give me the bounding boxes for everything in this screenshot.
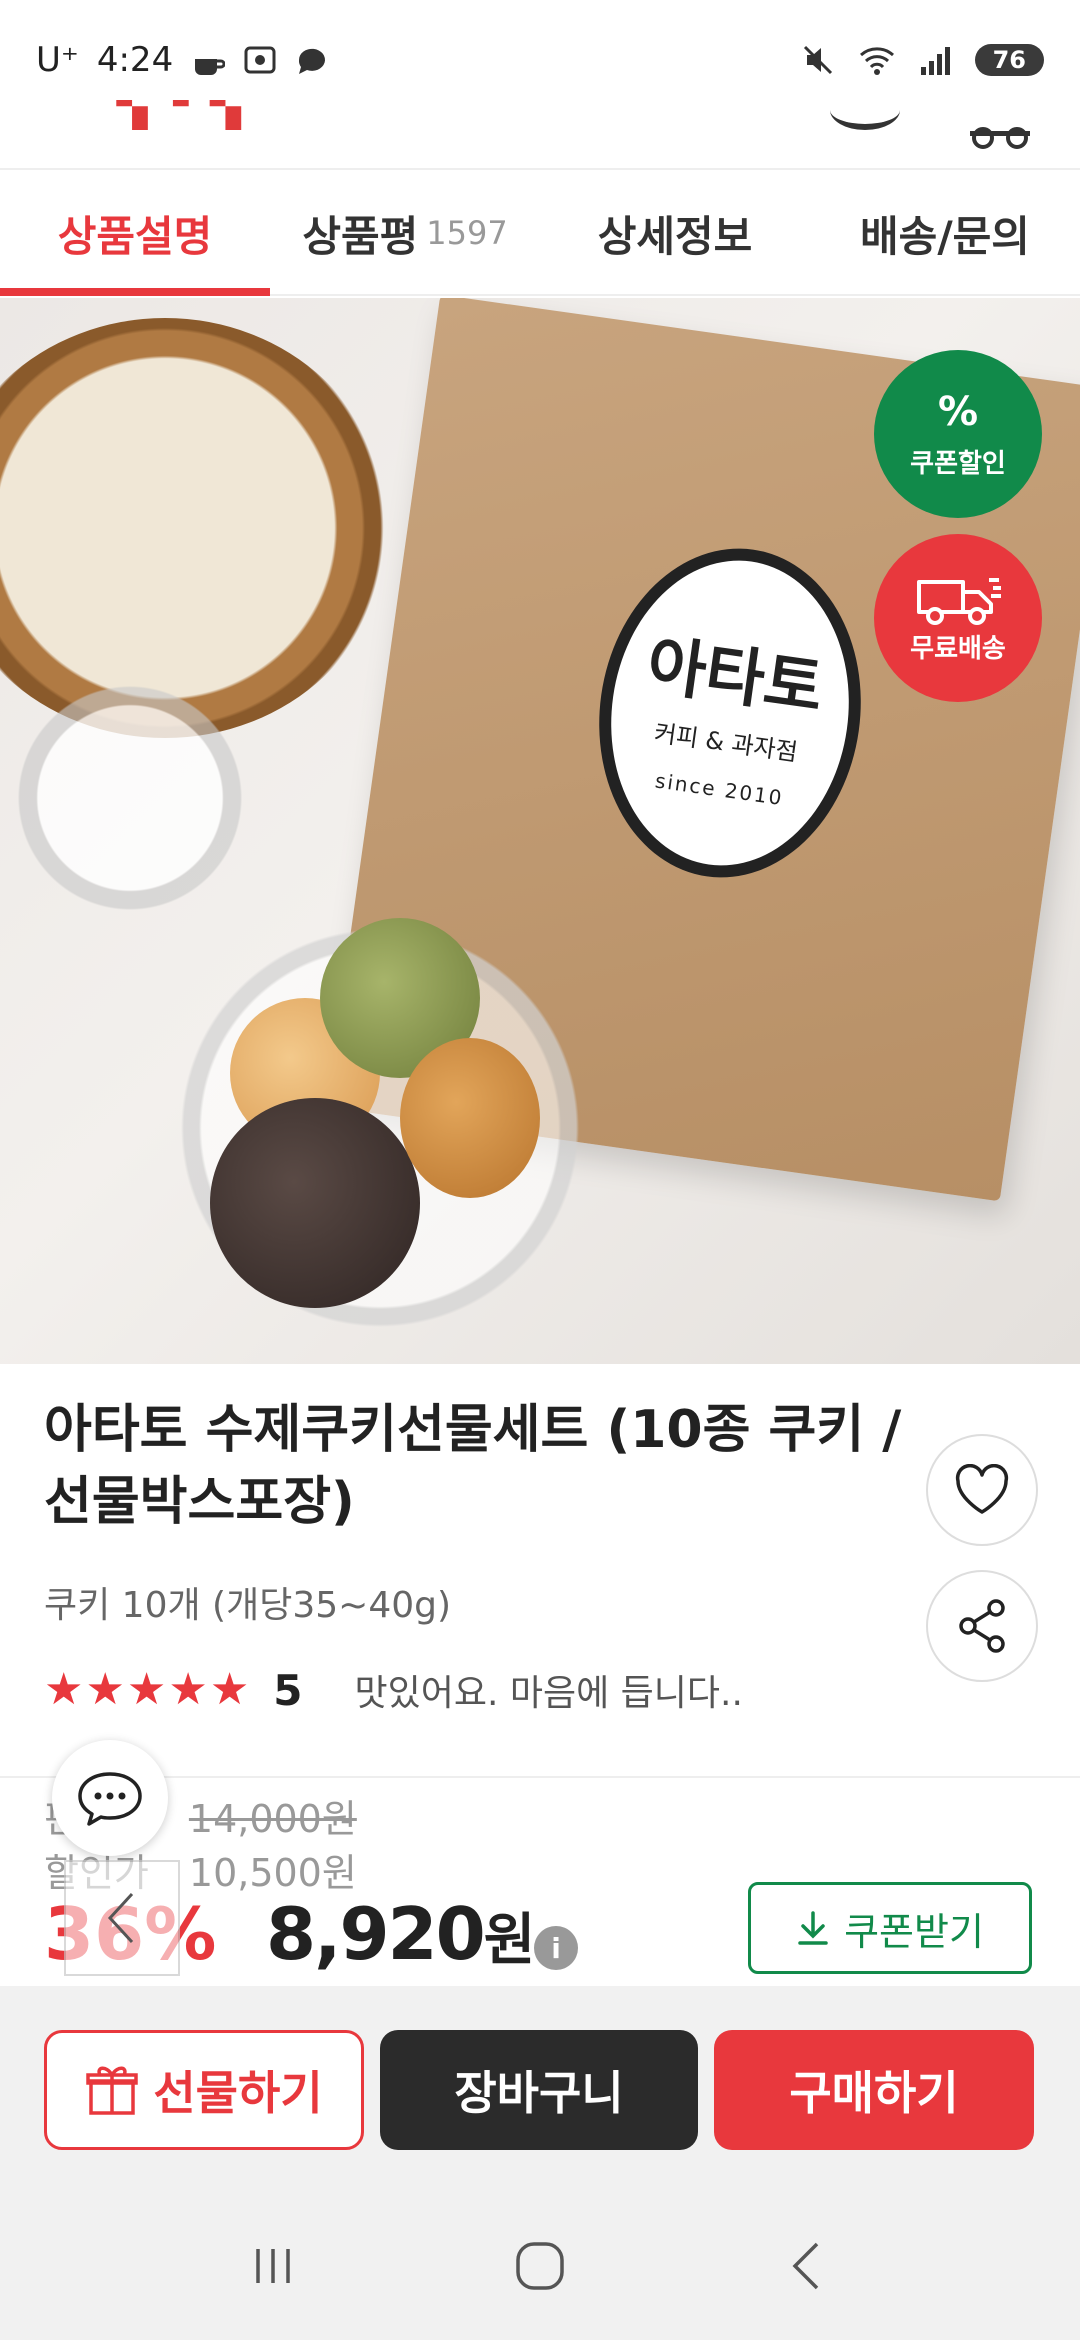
gift-button[interactable]: 선물하기 (44, 2030, 364, 2150)
logo-fragment: ▔ ▚ ▘▚ (60, 100, 247, 130)
status-right: 76 (801, 43, 1044, 77)
tab-label: 상품설명 (57, 211, 213, 261)
heart-icon (955, 1464, 1009, 1514)
chat-icon (78, 1772, 142, 1826)
discount-price: 10,500원 (188, 1851, 357, 1895)
signal-icon (920, 47, 950, 75)
truck-icon (917, 577, 1001, 625)
mute-icon (803, 45, 832, 75)
badge-label: 쿠폰할인 (910, 448, 1006, 479)
battery-indicator: 76 (974, 44, 1044, 76)
tab-details[interactable]: 상세정보 (540, 172, 810, 294)
back-arrow-icon (107, 1892, 134, 1944)
product-tabs: 상품설명 상품평 1597 상세정보 배송/문의 (0, 172, 1080, 296)
coupon-download-button[interactable]: 쿠폰받기 (748, 1882, 1032, 1974)
tab-label: 배송/문의 (860, 211, 1030, 261)
final-price-unit: 원 (483, 1908, 536, 1973)
final-price: 8,920원 (266, 1892, 536, 1976)
recent-apps-icon[interactable] (233, 2226, 313, 2306)
tab-shipping-inquiry[interactable]: 배송/문의 (810, 172, 1080, 294)
sticker-since: since 2010 (653, 767, 786, 810)
gift-icon (86, 2066, 139, 2115)
chat-button[interactable] (52, 1740, 168, 1856)
search-icon[interactable] (830, 100, 900, 130)
coupon-percent-icon: % (937, 388, 979, 435)
status-left: U⁺ 4:24 (36, 40, 329, 80)
final-price-value: 8,920 (266, 1892, 486, 1976)
badge-label: 무료배송 (910, 633, 1006, 664)
coupon-discount-badge[interactable]: % 쿠폰할인 (874, 350, 1042, 518)
system-nav-bar (0, 2192, 1080, 2340)
gift-button-label: 선물하기 (153, 2066, 323, 2120)
notification-icon (195, 59, 226, 75)
app-header: ▔ ▚ ▘▚ (0, 100, 1080, 170)
wifi-icon (859, 47, 894, 75)
sticker-brand: 아타토 (642, 627, 828, 726)
product-option: 쿠키 10개 (개당35~40g) (44, 1585, 452, 1626)
star-icon: ★ (126, 1664, 167, 1715)
basket-illustration (0, 318, 390, 738)
purchase-action-bar: 선물하기 장바구니 구매하기 (0, 1986, 1080, 2192)
tab-reviews[interactable]: 상품평 1597 (270, 172, 540, 294)
back-icon[interactable] (767, 2226, 847, 2306)
rating-row[interactable]: ★ ★ ★ ★ ★ 5 맛있어요. 마음에 듭니다.. (44, 1664, 743, 1716)
star-icon: ★ (44, 1664, 84, 1715)
buy-now-button[interactable]: 구매하기 (714, 2030, 1034, 2150)
glass-illustration (0, 668, 260, 928)
product-info: 아타토 수제쿠키선물세트 (10종 쿠키 / 선물박스포장) 쿠키 10개 (개… (0, 1364, 1080, 1780)
tab-description[interactable]: 상품설명 (0, 172, 270, 296)
free-shipping-badge[interactable]: 무료배송 (874, 534, 1042, 702)
rating-value: 5 (273, 1665, 303, 1715)
tab-label: 상품평 (302, 211, 419, 261)
star-icon: ★ (168, 1664, 208, 1715)
product-image: 아타토 커피 & 과자점 since 2010 % 쿠폰할인 무료배송 (0, 298, 1080, 1364)
review-snippet: 맛있어요. 마음에 듭니다.. (354, 1673, 743, 1714)
clock: 4:24 (96, 40, 174, 80)
home-icon[interactable] (500, 2226, 580, 2306)
cookie-illustration (400, 1038, 540, 1198)
list-price: 14,000원 (188, 1797, 357, 1841)
star-icon: ★ (85, 1664, 125, 1715)
cookie-illustration (210, 1098, 420, 1308)
back-floating-button[interactable] (64, 1860, 180, 1976)
price-info-icon[interactable]: i (534, 1926, 578, 1970)
review-count: 1597 (426, 214, 508, 252)
share-icon (959, 1599, 1005, 1653)
tab-label: 상세정보 (597, 211, 753, 261)
carrier-label: U⁺ (36, 40, 79, 80)
messenger-icon (299, 48, 326, 74)
coupon-button-label: 쿠폰받기 (844, 1909, 984, 1954)
wishlist-button[interactable] (926, 1434, 1038, 1546)
cart-icon[interactable] (970, 110, 1030, 149)
share-button[interactable] (926, 1570, 1038, 1682)
download-icon (798, 1911, 828, 1945)
add-to-cart-button[interactable]: 장바구니 (380, 2030, 698, 2150)
screenshot-icon (244, 46, 276, 74)
product-title: 아타토 수제쿠키선물세트 (10종 쿠키 / 선물박스포장) (44, 1400, 902, 1532)
star-icon: ★ (209, 1664, 250, 1715)
